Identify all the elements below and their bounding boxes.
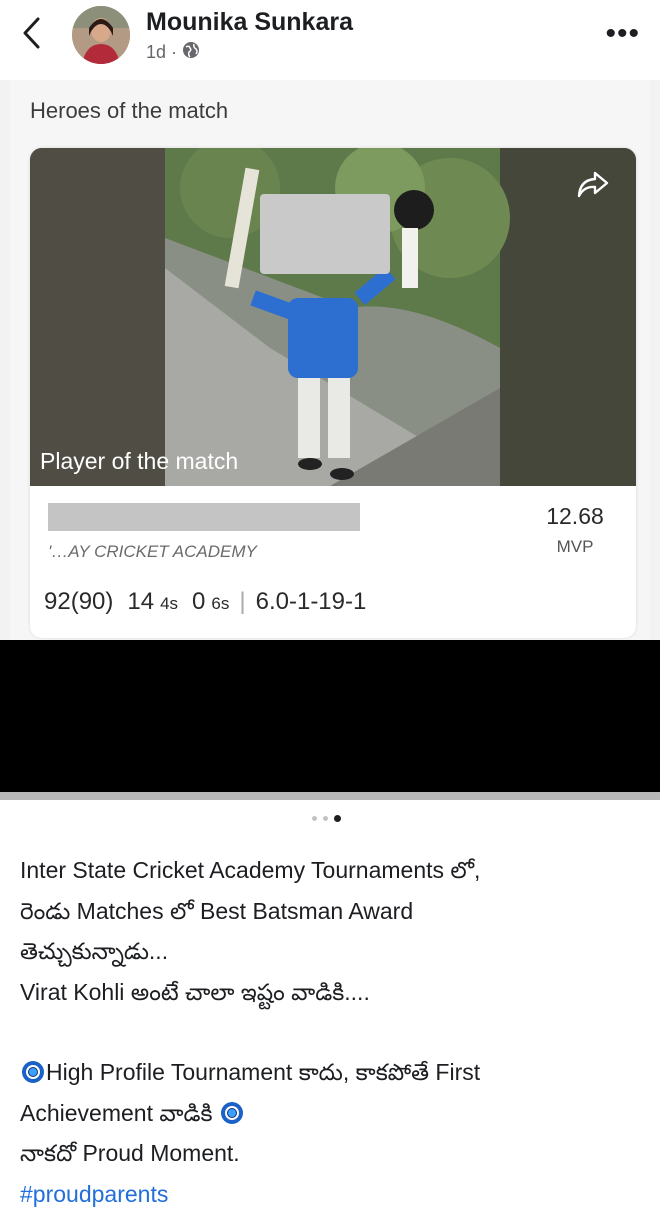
- caption-line: రెండు Matches లో Best Batsman Award: [20, 891, 650, 932]
- share-icon[interactable]: [576, 170, 610, 205]
- bowling-figures: 6.0-1-19-1: [256, 588, 367, 616]
- carousel-dot[interactable]: [323, 816, 328, 821]
- caption-line: Virat Kohli అంటే చాలా ఇష్టం వాడికి....: [20, 972, 650, 1013]
- photo-caption: Player of the match: [40, 448, 238, 475]
- more-options-icon[interactable]: •••: [605, 22, 640, 46]
- carousel-dot-active[interactable]: [334, 815, 341, 822]
- section-title: Heroes of the match: [30, 98, 228, 124]
- globe-icon: [182, 41, 200, 64]
- nazar-amulet-icon: [221, 1102, 243, 1124]
- fours-count: 14: [127, 588, 154, 616]
- fours-label: 4s: [160, 594, 178, 614]
- avatar[interactable]: [72, 6, 130, 64]
- mvp-label: MVP: [530, 537, 620, 557]
- post-time: 1d: [146, 42, 166, 63]
- caption-line: తెచ్చుకున్నాడు...: [20, 931, 650, 972]
- image-bottom-strip: [0, 792, 660, 800]
- player-photo: Player of the match: [30, 148, 636, 486]
- redacted-face: [260, 194, 390, 274]
- redacted-player-name: [48, 503, 360, 531]
- post-meta: 1d ·: [146, 41, 200, 64]
- player-academy: '…AY CRICKET ACADEMY: [48, 542, 257, 562]
- nazar-amulet-icon: [22, 1061, 44, 1083]
- sixes-count: 0: [192, 588, 205, 616]
- sixes-label: 6s: [211, 594, 229, 614]
- chevron-left-icon[interactable]: [20, 16, 50, 56]
- caption-line: నాకదో Proud Moment.: [20, 1133, 650, 1174]
- post-caption: Inter State Cricket Academy Tournaments …: [20, 850, 650, 1214]
- caption-line: High Profile Tournament కాదు, కాకపోతే Fi…: [46, 1059, 480, 1085]
- carousel-dot[interactable]: [312, 816, 317, 821]
- image-letterbox: [0, 640, 660, 792]
- post-header: Mounika Sunkara 1d · •••: [0, 0, 660, 80]
- stats-divider: |: [239, 588, 245, 616]
- meta-separator: ·: [171, 42, 177, 63]
- player-card: Player of the match '…AY CRICKET ACADEMY…: [30, 148, 636, 638]
- carousel-indicator[interactable]: [312, 815, 341, 822]
- hashtag-link[interactable]: #proudparents: [20, 1174, 650, 1214]
- author-name[interactable]: Mounika Sunkara: [146, 8, 353, 37]
- mvp-value: 12.68: [530, 503, 620, 530]
- caption-line: Inter State Cricket Academy Tournaments …: [20, 850, 650, 891]
- caption-line: Achievement వాడికి: [20, 1100, 212, 1126]
- runs-balls: 92(90): [44, 588, 113, 616]
- player-stats: 92(90) 14 4s 0 6s | 6.0-1-19-1: [44, 588, 366, 616]
